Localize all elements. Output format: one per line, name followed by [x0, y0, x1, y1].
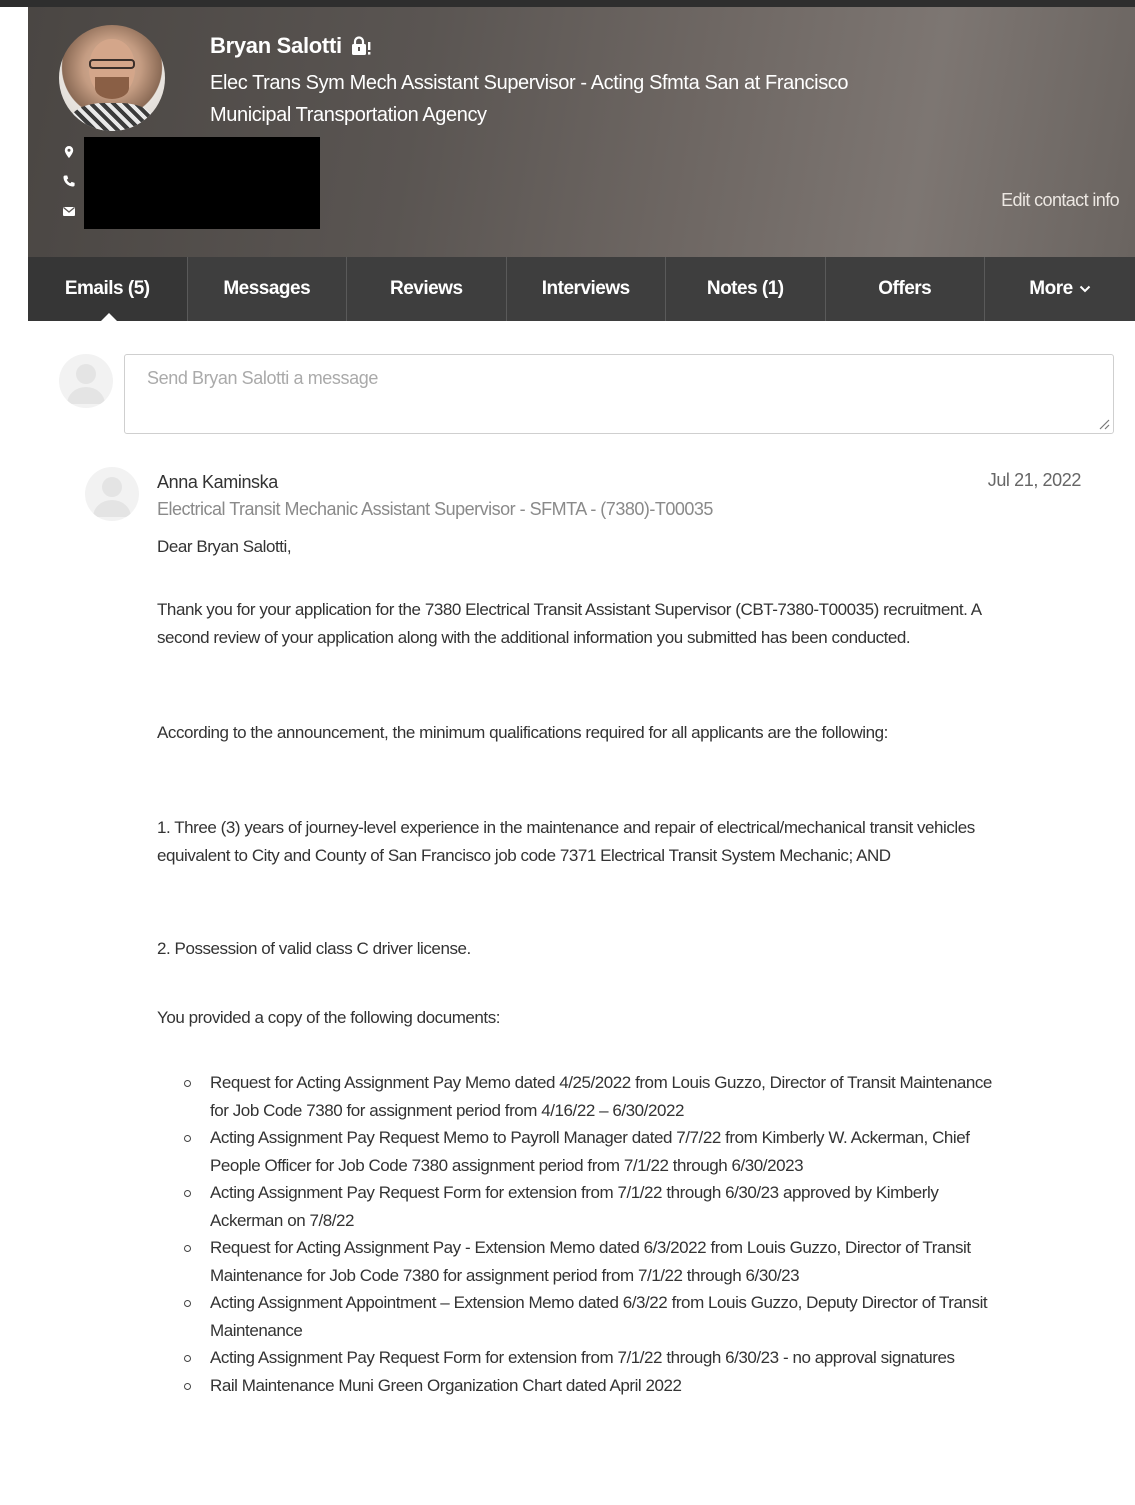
bullet-icon — [184, 1190, 191, 1197]
bullet-icon — [184, 1080, 191, 1087]
email-paragraph: 1. Three (3) years of journey-level expe… — [157, 818, 975, 865]
email-paragraph: According to the announcement, the minim… — [157, 723, 888, 742]
redacted-contact-details — [84, 137, 320, 229]
list-item: Acting Assignment Pay Request Form for e… — [184, 1344, 1000, 1372]
resize-handle-icon[interactable] — [1096, 416, 1110, 430]
document-item: Rail Maintenance Muni Green Organization… — [210, 1375, 682, 1395]
document-item: Acting Assignment Pay Request Form for e… — [210, 1348, 955, 1367]
documents-list: Request for Acting Assignment Pay Memo d… — [184, 1069, 1000, 1400]
list-item: Acting Assignment Pay Request Form for e… — [184, 1179, 1000, 1234]
message-input[interactable] — [124, 354, 1114, 434]
document-item: Acting Assignment Pay Request Form for e… — [210, 1183, 939, 1230]
tab-label: Reviews — [389, 278, 463, 299]
document-item: Acting Assignment Appointment – Extensio… — [210, 1293, 988, 1340]
tab-reviews[interactable]: Reviews — [347, 257, 507, 321]
tab-more[interactable]: More — [985, 257, 1135, 321]
tab-offers[interactable]: Offers — [826, 257, 985, 321]
document-item: Acting Assignment Pay Request Memo to Pa… — [210, 1128, 970, 1175]
tab-label: Offers — [878, 278, 932, 299]
bullet-icon — [184, 1355, 191, 1362]
lock-icon — [350, 36, 372, 56]
profile-tabs: Emails (5) Messages Reviews Interviews N… — [28, 257, 1135, 322]
bullet-icon — [184, 1135, 191, 1142]
list-item: Request for Acting Assignment Pay - Exte… — [184, 1234, 1000, 1289]
profile-job-title: Elec Trans Sym Mech Assistant Supervisor… — [210, 72, 849, 126]
email-sender: Anna Kaminska — [157, 472, 278, 492]
tab-notes[interactable]: Notes (1) — [666, 257, 826, 321]
sender-avatar — [85, 467, 139, 521]
top-bar — [0, 0, 1135, 7]
tab-label: Emails (5) — [64, 278, 150, 299]
email-date: Jul 21, 2022 — [987, 470, 1082, 490]
tab-interviews[interactable]: Interviews — [507, 257, 666, 321]
document-item: Request for Acting Assignment Pay Memo d… — [210, 1073, 992, 1120]
phone-icon — [62, 174, 76, 188]
tab-label: More — [1029, 278, 1073, 299]
list-item: Acting Assignment Pay Request Memo to Pa… — [184, 1124, 1000, 1179]
list-item: Acting Assignment Appointment – Extensio… — [184, 1289, 1000, 1344]
document-item: Request for Acting Assignment Pay - Exte… — [210, 1238, 971, 1285]
email-greeting: Dear Bryan Salotti, — [157, 537, 292, 556]
tab-emails[interactable]: Emails (5) — [28, 257, 188, 322]
list-item: Rail Maintenance Muni Green Organization… — [184, 1372, 1000, 1400]
email-paragraph: Thank you for your application for the 7… — [157, 600, 981, 647]
email-paragraph: 2. Possession of valid class C driver li… — [157, 939, 471, 958]
envelope-icon — [62, 204, 76, 218]
bullet-icon — [184, 1300, 191, 1307]
tab-label: Notes (1) — [706, 278, 784, 299]
composer-avatar — [59, 354, 113, 408]
profile-name: Bryan Salotti — [210, 33, 342, 58]
email-paragraph: You provided a copy of the following doc… — [157, 1008, 501, 1027]
bullet-icon — [184, 1245, 191, 1252]
active-tab-indicator — [100, 313, 118, 322]
email-subject: Electrical Transit Mechanic Assistant Su… — [157, 499, 713, 519]
tab-label: Interviews — [541, 278, 630, 299]
tab-label: Messages — [223, 278, 311, 299]
edit-contact-info-link[interactable]: Edit contact info — [1001, 190, 1119, 211]
list-item: Request for Acting Assignment Pay Memo d… — [184, 1069, 1000, 1124]
tab-messages[interactable]: Messages — [188, 257, 347, 321]
profile-header: Bryan Salotti Elec Trans Sym Mech Assist… — [28, 7, 1135, 257]
profile-name-line: Bryan Salotti — [210, 33, 372, 59]
chevron-down-icon — [1079, 280, 1091, 296]
profile-avatar[interactable] — [59, 25, 165, 131]
bullet-icon — [184, 1382, 191, 1390]
map-pin-icon — [62, 145, 76, 159]
